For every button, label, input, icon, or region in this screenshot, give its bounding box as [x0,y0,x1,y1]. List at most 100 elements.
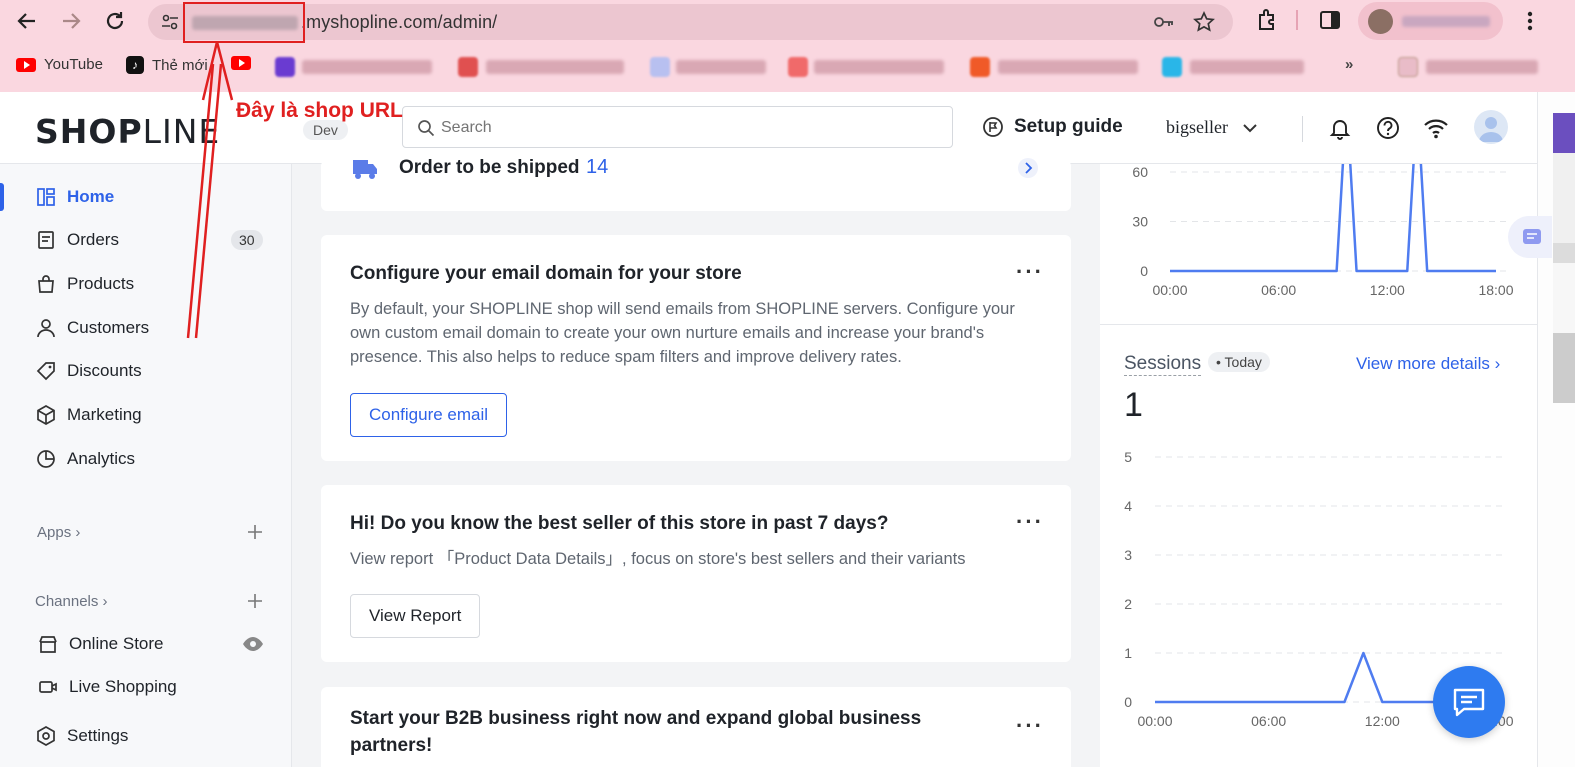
sidebar-item-discounts[interactable]: Discounts [0,351,292,391]
bookmark-blurred[interactable] [302,60,432,74]
reload-button[interactable] [100,6,130,36]
user-avatar[interactable] [1474,110,1508,144]
today-pill: • Today [1208,352,1270,372]
eye-icon[interactable] [242,636,264,652]
email-card-more-icon[interactable]: ··· [1016,259,1044,285]
setup-guide-label: Setup guide [1014,116,1123,137]
b2b-card-title: Start your B2B business right now and ex… [350,708,922,756]
sidebar-item-analytics[interactable]: Analytics [0,439,292,479]
site-settings-icon[interactable] [160,12,180,32]
floating-assistant-tab[interactable] [1508,216,1552,258]
bookmark-favicon[interactable] [1162,57,1182,77]
env-tag: Dev [303,120,348,140]
sessions-title[interactable]: Sessions [1124,353,1202,376]
search-input[interactable] [441,115,941,141]
add-channel-icon[interactable] [245,591,265,611]
sidebar-item-orders[interactable]: Orders 30 [0,220,292,260]
home-icon [37,188,55,206]
sidebar-item-label: Home [67,187,115,206]
bookmark-star-icon[interactable] [1193,11,1215,33]
y-tick-label: 0 [1140,263,1148,279]
browser-chrome: .myshopline.com/admin/ YouTube ♪ Thẻ mới [0,0,1575,92]
y-tick-label: 0 [1124,694,1132,710]
bookmark-favicon[interactable] [458,57,478,77]
sidebar-item-settings[interactable]: Settings [0,716,292,756]
back-button[interactable] [12,6,42,36]
bookmark-blurred[interactable] [486,60,624,74]
bookmark-favicon[interactable] [788,57,808,77]
sidebar-item-live-shopping[interactable]: Live Shopping [0,667,292,707]
best-seller-card-more-icon[interactable]: ··· [1016,509,1044,535]
discounts-icon [36,362,55,381]
x-tick-label: 00:00 [1137,713,1172,729]
bookmark-new-tab[interactable]: ♪ Thẻ mới [126,56,208,74]
bookmark-blurred[interactable] [676,60,766,74]
bell-icon[interactable] [1326,114,1354,142]
order-to-ship-card[interactable]: Order to be shipped 14 [321,156,1071,211]
profile-button[interactable] [1358,2,1503,40]
orders-icon [38,231,54,249]
bookmark-blurred[interactable] [814,60,944,74]
forward-button[interactable] [56,6,86,36]
bookmark-youtube[interactable]: YouTube [16,56,103,73]
add-app-icon[interactable] [245,522,265,542]
y-tick-label: 5 [1124,449,1132,465]
store-selector[interactable]: bigseller [1166,117,1258,138]
bookmark-label: YouTube [44,56,103,73]
bookmark-blurred[interactable] [1190,60,1304,74]
bookmark-blurred[interactable] [998,60,1138,74]
app-header: SHOPLINE Dev Setup guide bigseller [0,92,1537,164]
best-seller-card: Hi! Do you know the best seller of this … [321,485,1071,662]
wifi-icon[interactable] [1422,114,1450,142]
extensions-icon[interactable] [1254,7,1280,33]
view-more-details-link[interactable]: View more details › [1356,354,1500,374]
folder-icon[interactable] [1398,57,1418,77]
bookmark-label: Thẻ mới [152,56,208,74]
browser-menu-icon[interactable] [1520,8,1540,34]
email-card-title: Configure your email domain for your sto… [350,263,742,284]
store-icon [39,636,57,653]
bookmark-favicon[interactable] [275,57,295,77]
chevron-right-icon[interactable] [1017,157,1039,179]
sidebar-item-customers[interactable]: Customers [0,308,292,348]
sidebar-item-home[interactable]: Home [0,177,292,217]
bookmark-favicon[interactable] [970,57,990,77]
y-tick-label: 60 [1132,164,1148,180]
sidebar-item-online-store[interactable]: Online Store [0,624,292,664]
products-icon [38,275,54,293]
store-name: bigseller [1166,117,1228,137]
bookmark-favicon[interactable] [650,57,670,77]
shopline-logo[interactable]: SHOPLINE [35,112,220,151]
bookmarks-overflow[interactable]: » [1345,56,1353,73]
channels-section-title[interactable]: Channels › [35,593,108,610]
toolbar-divider [1296,10,1298,30]
b2b-card-more-icon[interactable]: ··· [1016,713,1044,739]
background-window-content [1553,113,1575,403]
configure-email-button[interactable]: Configure email [350,393,508,437]
sidebar-item-label: Analytics [67,449,136,468]
sessions-value: 1 [1124,386,1143,424]
orders-badge: 30 [231,230,263,250]
panel-divider [1100,324,1537,325]
view-report-button[interactable]: View Report [350,594,481,638]
sidebar-item-marketing[interactable]: Marketing [0,395,292,435]
key-icon[interactable] [1153,12,1175,32]
bookmark-youtube-2[interactable] [231,56,251,70]
address-bar[interactable]: .myshopline.com/admin/ [148,4,1233,40]
best-seller-card-title: Hi! Do you know the best seller of this … [350,513,889,534]
main-content: Order to be shipped 14 Configure your em… [292,156,1100,767]
bookmark-blurred[interactable] [1426,60,1538,74]
profile-name-blurred [1402,16,1490,27]
side-panel-icon[interactable] [1318,8,1342,32]
url-highlight-box [183,2,305,43]
apps-section-title[interactable]: Apps › [37,524,80,541]
sidebar-item-label: Orders [67,230,119,249]
sidebar-item-label: Customers [67,318,150,337]
chat-button[interactable] [1433,666,1505,738]
search-box[interactable] [402,106,953,148]
sidebar-item-label: Products [67,274,135,293]
sidebar-item-products[interactable]: Products [0,264,292,304]
live-icon [39,681,57,693]
setup-guide-button[interactable]: Setup guide [982,116,1123,138]
help-icon[interactable] [1374,114,1402,142]
